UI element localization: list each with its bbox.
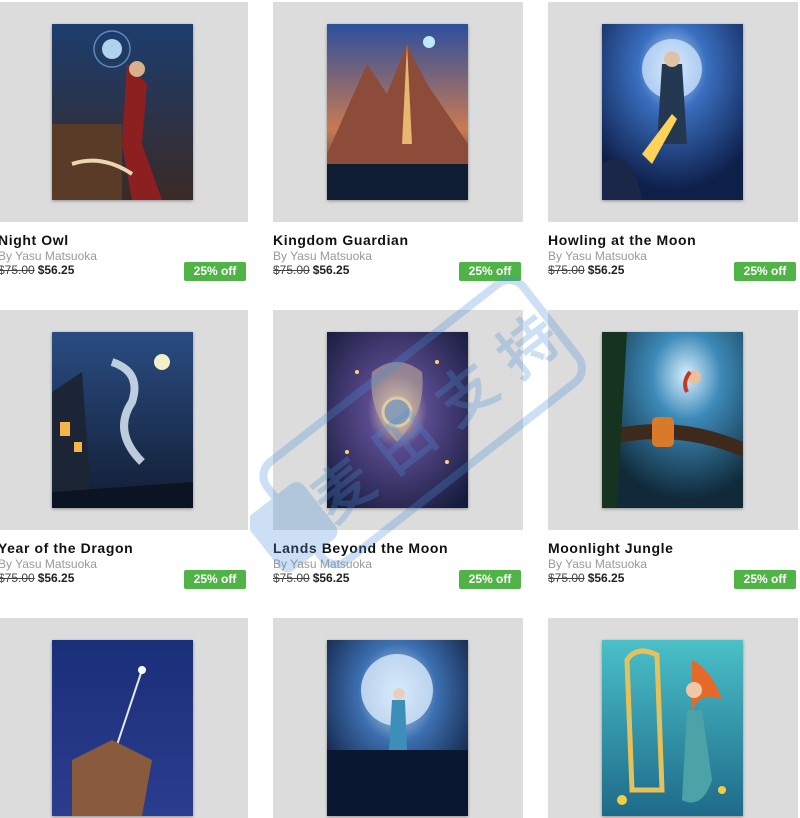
product-title[interactable]: Howling at the Moon [548, 232, 696, 248]
product-artist: By Yasu Matsuoka [273, 249, 372, 263]
sale-price: $56.25 [587, 263, 625, 277]
product-grid: Night Owl By Yasu Matsuoka $75.00 $56.25 … [0, 0, 800, 818]
product-prices: $75.00 $56.25 [548, 571, 624, 585]
product-image-frame[interactable] [273, 310, 523, 530]
product-image-frame[interactable] [273, 618, 523, 818]
discount-badge: 25% off [459, 570, 521, 589]
lands-beyond-the-moon-artwork[interactable] [327, 332, 468, 508]
original-price: $75.00 [548, 263, 585, 277]
product-image-frame[interactable] [0, 310, 248, 530]
original-price: $75.00 [0, 263, 35, 277]
sale-price: $56.25 [587, 571, 625, 585]
product-title[interactable]: Night Owl [0, 232, 69, 248]
product-image-frame[interactable] [548, 310, 798, 530]
mermaid-harp-artwork[interactable] [602, 640, 743, 816]
product-prices: $75.00 $56.25 [273, 263, 349, 277]
product-title[interactable]: Moonlight Jungle [548, 540, 673, 556]
discount-badge: 25% off [184, 570, 246, 589]
product-prices: $75.00 $56.25 [273, 571, 349, 585]
product-artist: By Yasu Matsuoka [273, 557, 372, 571]
product-image-frame[interactable] [0, 2, 248, 222]
original-price: $75.00 [273, 263, 310, 277]
sale-price: $56.25 [312, 263, 350, 277]
product-artist: By Yasu Matsuoka [548, 249, 647, 263]
original-price: $75.00 [0, 571, 35, 585]
product-title[interactable]: Kingdom Guardian [273, 232, 409, 248]
mermaid-moon-artwork[interactable] [327, 640, 468, 816]
discount-badge: 25% off [734, 570, 796, 589]
discount-badge: 25% off [184, 262, 246, 281]
discount-badge: 25% off [734, 262, 796, 281]
sale-price: $56.25 [37, 571, 75, 585]
product-prices: $75.00 $56.25 [0, 571, 74, 585]
discount-badge: 25% off [459, 262, 521, 281]
product-image-frame[interactable] [0, 618, 248, 818]
moonlight-jungle-artwork[interactable] [602, 332, 743, 508]
moon-staff-artwork[interactable] [52, 640, 193, 816]
night-owl-artwork[interactable] [52, 24, 193, 200]
product-prices: $75.00 $56.25 [0, 263, 74, 277]
product-image-frame[interactable] [548, 2, 798, 222]
howling-at-the-moon-artwork[interactable] [602, 24, 743, 200]
product-prices: $75.00 $56.25 [548, 263, 624, 277]
kingdom-guardian-artwork[interactable] [327, 24, 468, 200]
product-artist: By Yasu Matsuoka [0, 249, 97, 263]
original-price: $75.00 [548, 571, 585, 585]
product-artist: By Yasu Matsuoka [548, 557, 647, 571]
sale-price: $56.25 [37, 263, 75, 277]
product-artist: By Yasu Matsuoka [0, 557, 97, 571]
product-title[interactable]: Lands Beyond the Moon [273, 540, 448, 556]
sale-price: $56.25 [312, 571, 350, 585]
product-title[interactable]: Year of the Dragon [0, 540, 133, 556]
year-of-the-dragon-artwork[interactable] [52, 332, 193, 508]
product-image-frame[interactable] [548, 618, 798, 818]
product-image-frame[interactable] [273, 2, 523, 222]
original-price: $75.00 [273, 571, 310, 585]
